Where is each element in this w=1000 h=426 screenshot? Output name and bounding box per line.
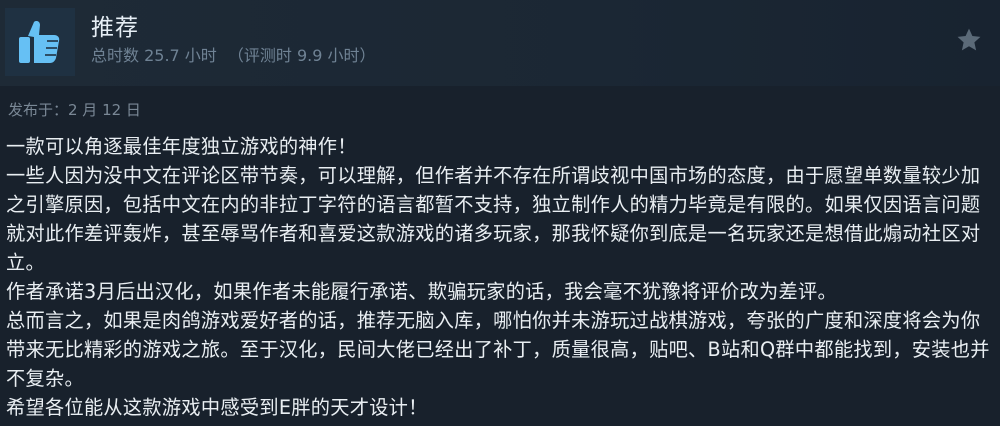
review-paragraph: 希望各位能从这款游戏中感受到E胖的天才设计！ [6,396,428,419]
star-icon [955,26,983,58]
review-card: 推荐 总时数 25.7 小时 （评测时 9.9 小时） 发布于：2 月 12 日… [0,0,1000,426]
recommendation-badge [5,8,75,76]
posted-date: 发布于：2 月 12 日 [8,101,141,119]
review-paragraph: 一些人因为没中文在评论区带节奏，可以理解，但作者并不存在所谓歧视中国市场的态度，… [6,164,981,274]
review-paragraph: 一款可以角逐最佳年度独立游戏的神作！ [6,135,357,158]
recommendation-title: 推荐 [91,15,139,41]
review-body: 一款可以角逐最佳年度独立游戏的神作！ 一些人因为没中文在评论区带节奏，可以理解，… [6,132,994,422]
review-paragraph: 总而言之，如果是肉鸽游戏爱好者的话，推荐无脑入库，哪怕你并未游玩过战棋游戏，夸张… [6,309,990,390]
hours-at-review: （评测时 9.9 小时） [227,46,376,65]
review-paragraph: 作者承诺3月后出汉化，如果作者未能履行承诺、欺骗玩家的话，我会毫不犹豫将评价改为… [6,280,837,303]
thumbs-up-icon [14,16,66,68]
review-header: 推荐 总时数 25.7 小时 （评测时 9.9 小时） [0,0,1000,86]
hours-total: 总时数 25.7 小时 [91,46,217,65]
award-button[interactable] [952,25,986,59]
playtime-info: 总时数 25.7 小时 （评测时 9.9 小时） [91,45,382,67]
